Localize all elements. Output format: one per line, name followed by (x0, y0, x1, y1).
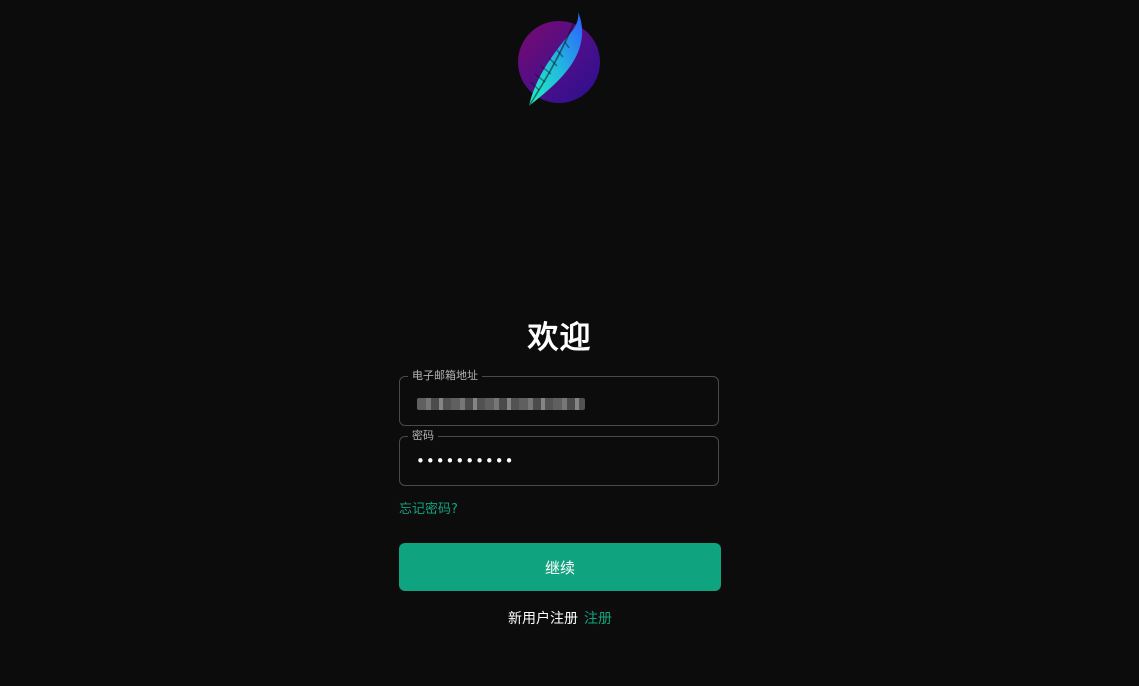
password-field-label: 密码 (408, 429, 438, 443)
signup-prompt: 新用户注册 (508, 611, 578, 627)
page-title: 欢迎 (527, 320, 592, 356)
signup-row: 新用户注册 注册 (399, 608, 721, 628)
feather-logo-icon (518, 12, 600, 107)
login-page: 欢迎 电子邮箱地址 密码 •••••••••• 忘记密码? 继续 新用户注册 注册 (0, 0, 1139, 686)
forgot-password-link[interactable]: 忘记密码? (399, 498, 458, 517)
password-field[interactable]: 密码 •••••••••• (399, 429, 719, 486)
password-value: •••••••••• (416, 452, 515, 470)
email-field[interactable]: 电子邮箱地址 (399, 369, 719, 426)
email-field-label: 电子邮箱地址 (408, 369, 482, 383)
email-value-redacted (417, 398, 585, 410)
continue-button[interactable]: 继续 (399, 543, 721, 591)
signup-link[interactable]: 注册 (584, 611, 612, 627)
